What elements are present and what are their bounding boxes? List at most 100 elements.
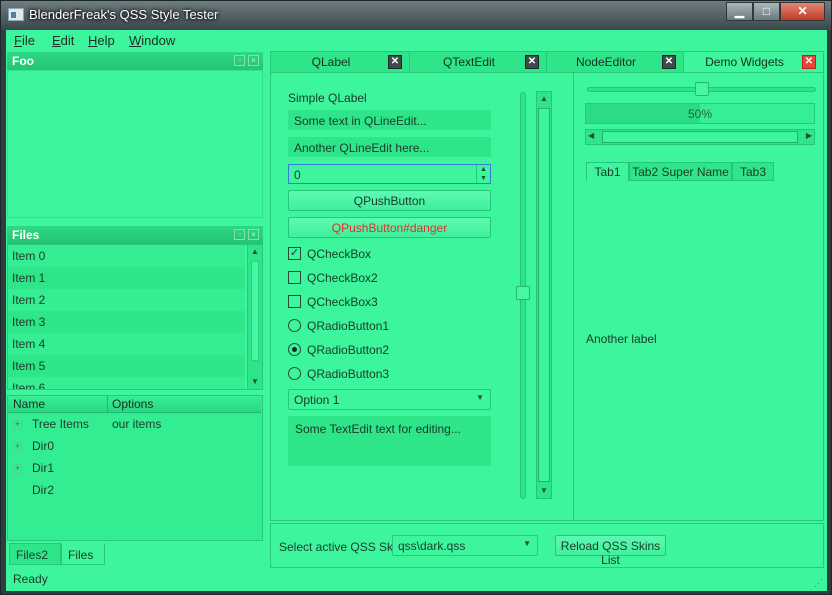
list-item[interactable]: Item 3: [8, 311, 245, 333]
checkbox-indicator[interactable]: ✓: [288, 247, 301, 260]
radio-indicator[interactable]: [288, 367, 301, 380]
close-icon[interactable]: ✕: [802, 55, 816, 69]
menu-bar: File Edit Help Window: [6, 30, 827, 51]
scroll-down-icon[interactable]: ▼: [537, 484, 551, 498]
horizontal-slider-handle[interactable]: [695, 82, 709, 96]
close-button[interactable]: ✕: [780, 2, 825, 21]
reload-skins-button[interactable]: Reload QSS Skins List: [555, 535, 666, 567]
chevron-down-icon: ▼: [476, 393, 484, 402]
splitter[interactable]: [573, 72, 574, 521]
simple-label: Simple QLabel: [288, 91, 367, 105]
progress-text: 50%: [687, 107, 713, 121]
tree-header-name[interactable]: Name: [13, 397, 45, 411]
combo-value: Option 1: [294, 393, 340, 407]
tab-demo-widgets[interactable]: Demo Widgets ✕: [683, 51, 824, 73]
app-icon: [8, 8, 24, 21]
lineedit-1[interactable]: Some text in QLineEdit...: [288, 110, 491, 130]
checkbox-indicator[interactable]: [288, 295, 301, 308]
tab-2[interactable]: Tab2 Super Name: [629, 162, 732, 181]
scroll-handle[interactable]: [602, 131, 798, 143]
radio-2[interactable]: QRadioButton2: [288, 342, 428, 358]
radio-indicator[interactable]: [288, 319, 301, 332]
menu-window[interactable]: Window: [129, 33, 175, 48]
foo-dock-panel: [7, 70, 263, 218]
tree-view[interactable]: Name Options + Tree Items our items + Di…: [7, 395, 263, 541]
tab-label: Demo Widgets: [705, 55, 784, 69]
danger-button[interactable]: QPushButton#danger: [288, 217, 491, 238]
combo-box[interactable]: Option 1 ▼: [288, 389, 491, 410]
horizontal-scrollbar[interactable]: ◀ ▶: [585, 129, 815, 145]
scroll-handle[interactable]: [251, 261, 259, 361]
menu-file[interactable]: File: [14, 33, 35, 48]
tab-qtextedit[interactable]: QTextEdit ✕: [409, 51, 547, 73]
expand-icon[interactable]: +: [13, 442, 22, 451]
list-item[interactable]: Item 5: [8, 355, 245, 377]
scroll-handle[interactable]: [538, 108, 550, 482]
spinbox[interactable]: 0 ▲ ▼: [288, 164, 491, 184]
files-list[interactable]: Item 0 Item 1 Item 2 Item 3 Item 4 Item …: [7, 244, 263, 390]
tab-nodeeditor[interactable]: NodeEditor ✕: [546, 51, 684, 73]
scroll-down-icon[interactable]: ▼: [248, 375, 262, 389]
scroll-up-icon[interactable]: ▲: [537, 92, 551, 106]
lineedit-2[interactable]: Another QLineEdit here...: [288, 137, 491, 157]
dock-close-icon[interactable]: ×: [248, 55, 259, 66]
push-button[interactable]: QPushButton: [288, 190, 491, 211]
tab-label: QTextEdit: [442, 55, 496, 69]
tab-files2[interactable]: Files2: [9, 543, 61, 565]
chevron-down-icon: ▼: [523, 539, 531, 548]
checkbox-3[interactable]: QCheckBox3: [288, 294, 428, 310]
expand-icon[interactable]: +: [13, 420, 22, 429]
text-edit[interactable]: Some TextEdit text for editing...: [288, 416, 491, 466]
vertical-slider-handle[interactable]: [516, 286, 530, 300]
tab-1[interactable]: Tab1: [586, 162, 629, 181]
spin-value: 0: [294, 168, 301, 182]
spin-arrows[interactable]: ▲ ▼: [476, 165, 490, 183]
title-bar: BlenderFreak's QSS Style Tester ▁ □ ✕: [1, 1, 831, 30]
radio-1[interactable]: QRadioButton1: [288, 318, 428, 334]
list-item[interactable]: Item 1: [8, 267, 245, 289]
client-area: File Edit Help Window Foo ▫ × Files ▫ × …: [6, 30, 827, 591]
tree-header-options[interactable]: Options: [112, 397, 153, 411]
checkbox-indicator[interactable]: [288, 271, 301, 284]
skin-combo[interactable]: qss\dark.qss ▼: [392, 535, 538, 556]
another-label: Another label: [586, 332, 657, 346]
scroll-up-icon[interactable]: ▲: [248, 245, 262, 259]
checkbox-1[interactable]: ✓ QCheckBox: [288, 246, 428, 262]
tab-3[interactable]: Tab3: [732, 162, 774, 181]
files-dock-title: Files ▫ ×: [7, 226, 263, 244]
tree-row[interactable]: + Dir0: [8, 436, 261, 458]
radio-3[interactable]: QRadioButton3: [288, 366, 428, 382]
close-icon[interactable]: ✕: [388, 55, 402, 69]
size-grip-icon[interactable]: ⋰: [814, 578, 824, 588]
foo-dock-title: Foo ▫ ×: [7, 52, 263, 70]
maximize-button[interactable]: □: [753, 2, 780, 21]
tab-label: NodeEditor: [575, 55, 637, 69]
list-item[interactable]: Item 0: [8, 245, 245, 267]
list-item[interactable]: Item 4: [8, 333, 245, 355]
close-icon[interactable]: ✕: [662, 55, 676, 69]
files-scrollbar[interactable]: ▲ ▼: [247, 245, 262, 389]
close-icon[interactable]: ✕: [525, 55, 539, 69]
scroll-right-icon[interactable]: ▶: [806, 131, 812, 140]
menu-help[interactable]: Help: [88, 33, 115, 48]
vertical-scrollbar[interactable]: ▲ ▼: [536, 91, 552, 499]
list-item[interactable]: Item 2: [8, 289, 245, 311]
tab-files[interactable]: Files: [61, 543, 105, 565]
radio-indicator[interactable]: [288, 343, 301, 356]
dock-close-icon[interactable]: ×: [248, 229, 259, 240]
window-title: BlenderFreak's QSS Style Tester: [29, 7, 219, 22]
tree-row[interactable]: + Tree Items our items: [8, 414, 261, 436]
tab-qlabel[interactable]: QLabel ✕: [270, 51, 410, 73]
tree-row[interactable]: Dir2: [8, 480, 261, 502]
dock-float-icon[interactable]: ▫: [234, 229, 245, 240]
scroll-left-icon[interactable]: ◀: [588, 131, 594, 140]
checkbox-2[interactable]: QCheckBox2: [288, 270, 428, 286]
minimize-button[interactable]: ▁: [726, 2, 753, 21]
skin-label: Select active QSS Skin: [279, 540, 403, 554]
list-item[interactable]: Item 6: [8, 377, 245, 389]
dock-float-icon[interactable]: ▫: [234, 55, 245, 66]
expand-icon[interactable]: +: [13, 464, 22, 473]
progress-bar: 50%: [585, 103, 815, 124]
menu-edit[interactable]: Edit: [52, 33, 74, 48]
tree-row[interactable]: + Dir1: [8, 458, 261, 480]
